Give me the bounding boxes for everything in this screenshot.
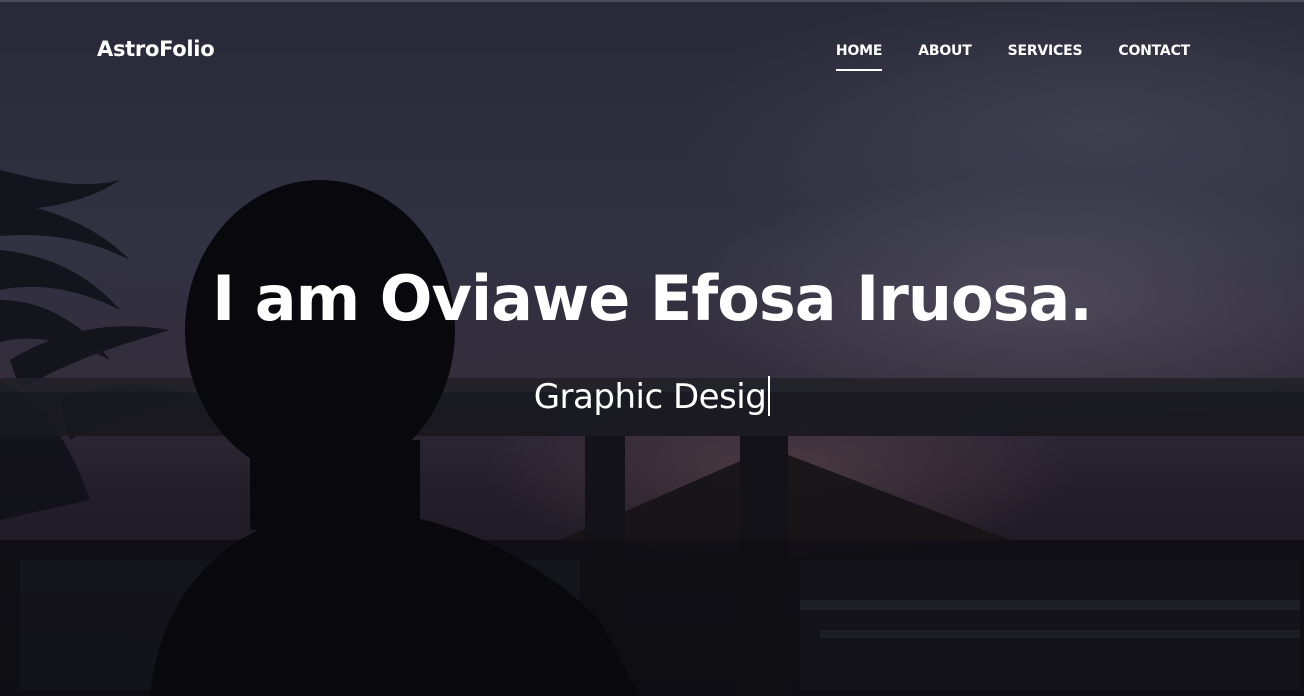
dark-overlay xyxy=(0,0,1304,696)
typed-text: Graphic Desig xyxy=(533,377,767,417)
nav-link-contact[interactable]: CONTACT xyxy=(1118,43,1190,71)
nav-item-home: HOME xyxy=(835,40,883,71)
nav-menu: HOME ABOUT SERVICES CONTACT xyxy=(835,40,1190,71)
nav-item-about: ABOUT xyxy=(918,40,972,71)
hero-headline: I am Oviawe Efosa Iruosa. xyxy=(212,262,1093,335)
brand-logo[interactable]: AstroFolio xyxy=(97,37,215,61)
hero-typed-subtitle: Graphic Desig xyxy=(0,376,1304,418)
nav-item-contact: CONTACT xyxy=(1118,40,1190,71)
nav-item-services: SERVICES xyxy=(1008,40,1083,71)
nav-link-services[interactable]: SERVICES xyxy=(1008,43,1083,71)
navbar: AstroFolio HOME ABOUT SERVICES CONTACT xyxy=(0,0,1304,100)
nav-link-about[interactable]: ABOUT xyxy=(918,43,972,71)
hero-section: AstroFolio HOME ABOUT SERVICES CONTACT I… xyxy=(0,0,1304,696)
typing-cursor xyxy=(768,376,771,416)
nav-link-home[interactable]: HOME xyxy=(835,43,883,71)
